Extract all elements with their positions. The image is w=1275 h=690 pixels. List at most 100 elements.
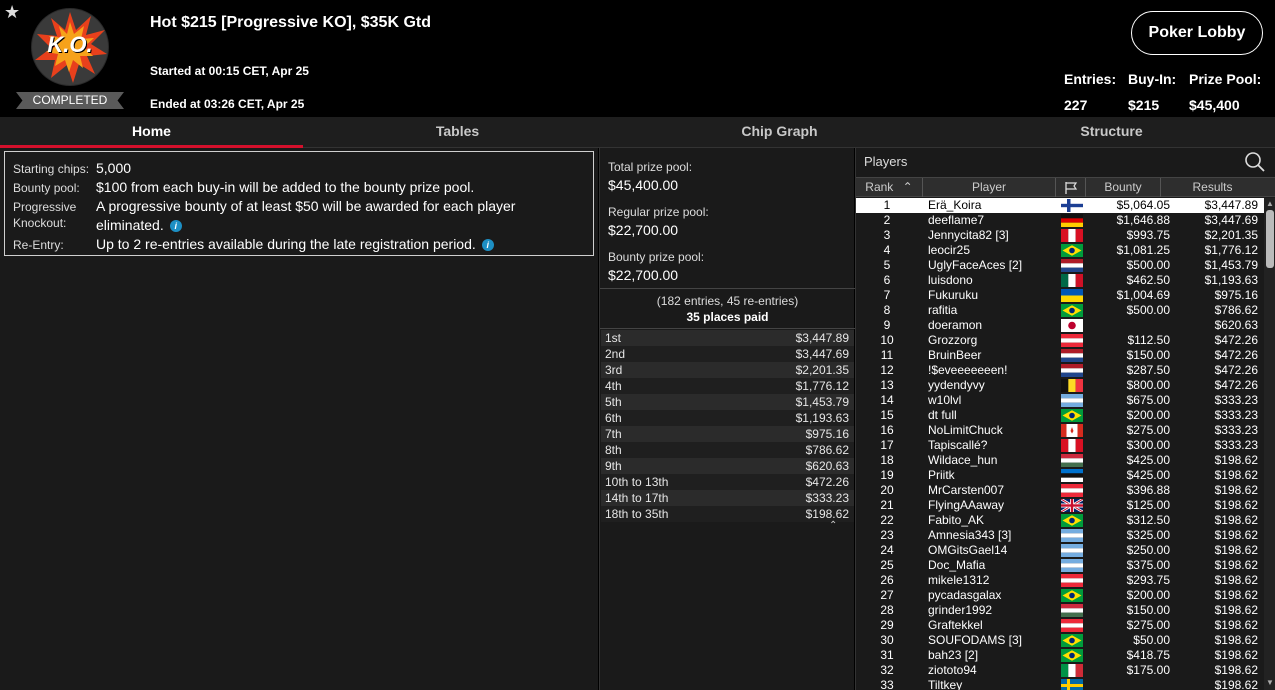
sort-asc-icon: ⌃ (902, 180, 913, 194)
player-row[interactable]: 11 BruinBeer $150.00 $472.26 (856, 348, 1264, 363)
player-row[interactable]: 16 NoLimitChuck $275.00 $333.23 (856, 423, 1264, 438)
player-bounty: $50.00 (1133, 633, 1170, 647)
player-row[interactable]: 31 bah23 [2] $418.75 $198.62 (856, 648, 1264, 663)
scroll-thumb[interactable] (1266, 210, 1274, 268)
player-row[interactable]: 24 OMGitsGael14 $250.00 $198.62 (856, 543, 1264, 558)
player-row[interactable]: 18 Wildace_hun $425.00 $198.62 (856, 453, 1264, 468)
reentry-value: Up to 2 re-entries available during the … (96, 236, 476, 252)
player-row[interactable]: 12 !$eveeeeeeen! $287.50 $472.26 (856, 363, 1264, 378)
player-name: Grozzorg (928, 333, 978, 347)
payout-amount: $333.23 (805, 491, 849, 505)
poker-lobby-button[interactable]: Poker Lobby (1131, 11, 1263, 55)
progressive-label-2: Knockout: (13, 216, 67, 230)
player-bounty: $418.75 (1126, 648, 1170, 662)
player-row[interactable]: 26 mikele1312 $293.75 $198.62 (856, 573, 1264, 588)
ca-flag-icon (1061, 424, 1083, 437)
player-row[interactable]: 28 grinder1992 $150.00 $198.62 (856, 603, 1264, 618)
chevron-up-icon[interactable]: ⌃ (829, 520, 837, 531)
player-row[interactable]: 19 Priitk $425.00 $198.62 (856, 468, 1264, 483)
player-name: SOUFODAMS [3] (928, 633, 1023, 647)
player-row[interactable]: 15 dt full $200.00 $333.23 (856, 408, 1264, 423)
player-row[interactable]: 10 Grozzorg $112.50 $472.26 (856, 333, 1264, 348)
player-row[interactable]: 30 SOUFODAMS [3] $50.00 $198.62 (856, 633, 1264, 648)
progressive-label-1: Progressive (13, 200, 77, 214)
payout-place: 7th (605, 427, 622, 441)
player-row[interactable]: 3 Jennycita82 [3] $993.75 $2,201.35 (856, 228, 1264, 243)
player-bounty: $993.75 (1126, 228, 1170, 242)
progressive-value-1: A progressive bounty of at least $50 wil… (96, 198, 516, 214)
player-result: $1,453.79 (1204, 258, 1258, 272)
player-name: Tapiscallé? (928, 438, 988, 452)
player-row[interactable]: 29 Graftekkel $275.00 $198.62 (856, 618, 1264, 633)
player-result: $333.23 (1214, 423, 1258, 437)
player-row[interactable]: 8 rafitia $500.00 $786.62 (856, 303, 1264, 318)
br-flag-icon (1061, 409, 1083, 422)
tournament-info-box: Starting chips: 5,000 Bounty pool: $100 … (4, 151, 594, 256)
column-results[interactable]: Results (1161, 178, 1264, 197)
player-row[interactable]: 4 leocir25 $1,081.25 $1,776.12 (856, 243, 1264, 258)
player-row[interactable]: 33 Tiltkey $198.62 (856, 678, 1264, 690)
br-flag-icon (1061, 634, 1083, 647)
player-result: $198.62 (1214, 588, 1258, 602)
payout-row: 18th to 35th $198.62 (601, 506, 854, 522)
player-bounty: $300.00 (1126, 438, 1170, 452)
player-row[interactable]: 27 pycadasgalax $200.00 $198.62 (856, 588, 1264, 603)
payout-row: 6th $1,193.63 (601, 410, 854, 426)
tab-structure[interactable]: Structure (960, 117, 1263, 148)
search-icon[interactable] (1244, 151, 1266, 173)
player-name: Fukuruku (928, 288, 979, 302)
player-name: FlyingAAaway (928, 498, 1005, 512)
info-icon[interactable]: i (481, 239, 494, 252)
column-flag[interactable] (1056, 178, 1086, 197)
player-result: $3,447.69 (1204, 213, 1258, 227)
player-result: $2,201.35 (1204, 228, 1258, 242)
player-bounty: $275.00 (1126, 618, 1170, 632)
player-row[interactable]: 20 MrCarsten007 $396.88 $198.62 (856, 483, 1264, 498)
player-row[interactable]: 32 ziototo94 $175.00 $198.62 (856, 663, 1264, 678)
players-scrollbar[interactable]: ▲ ▼ (1264, 198, 1275, 690)
start-time: Started at 00:15 CET, Apr 25 (150, 64, 309, 78)
player-row[interactable]: 1 Erä_Koira $5,064.05 $3,447.89 (856, 198, 1264, 213)
player-name: luisdono (928, 273, 973, 287)
player-bounty: $375.00 (1126, 558, 1170, 572)
payout-place: 6th (605, 411, 622, 425)
player-row[interactable]: 9 doeramon $620.63 (856, 318, 1264, 333)
player-row[interactable]: 23 Amnesia343 [3] $325.00 $198.62 (856, 528, 1264, 543)
tab-chip-graph[interactable]: Chip Graph (628, 117, 931, 148)
player-row[interactable]: 2 deeflame7 $1,646.88 $3,447.69 (856, 213, 1264, 228)
tab-home[interactable]: Home (0, 117, 303, 148)
column-player[interactable]: Player (923, 178, 1056, 197)
player-row[interactable]: 6 luisdono $462.50 $1,193.63 (856, 273, 1264, 288)
mx-flag-icon (1061, 274, 1083, 287)
column-rank[interactable]: Rank ⌃ (856, 178, 923, 197)
nl-flag-icon (1061, 349, 1083, 362)
payout-place: 2nd (605, 347, 626, 361)
player-rank: 20 (880, 483, 894, 497)
at-flag-icon (1061, 334, 1083, 347)
player-bounty: $293.75 (1126, 573, 1170, 587)
player-row[interactable]: 7 Fukuruku $1,004.69 $975.16 (856, 288, 1264, 303)
player-row[interactable]: 25 Doc_Mafia $375.00 $198.62 (856, 558, 1264, 573)
player-row[interactable]: 13 yydendyvy $800.00 $472.26 (856, 378, 1264, 393)
br-flag-icon (1061, 589, 1083, 602)
flag-icon (1064, 182, 1077, 194)
tab-tables[interactable]: Tables (306, 117, 609, 148)
nl-flag-icon (1061, 259, 1083, 272)
player-name: UglyFaceAces [2] (928, 258, 1023, 272)
column-rank-label: Rank (865, 180, 894, 194)
scroll-up-icon[interactable]: ▲ (1266, 199, 1274, 208)
column-bounty[interactable]: Bounty (1086, 178, 1161, 197)
player-row[interactable]: 17 Tapiscallé? $300.00 $333.23 (856, 438, 1264, 453)
scroll-down-icon[interactable]: ▼ (1266, 678, 1274, 687)
player-bounty: $125.00 (1126, 498, 1170, 512)
player-row[interactable]: 21 FlyingAAaway $125.00 $198.62 (856, 497, 1264, 514)
player-rank: 29 (880, 618, 894, 632)
player-bounty: $1,081.25 (1116, 243, 1170, 257)
payout-place: 8th (605, 443, 622, 457)
player-row[interactable]: 5 UglyFaceAces [2] $500.00 $1,453.79 (856, 258, 1264, 273)
favorite-star-icon[interactable]: ★ (4, 2, 20, 22)
player-row[interactable]: 14 w10lvl $675.00 $333.23 (856, 393, 1264, 408)
player-rank: 8 (883, 303, 891, 317)
player-row[interactable]: 22 Fabito_AK $312.50 $198.62 (856, 513, 1264, 528)
info-icon[interactable]: i (169, 220, 182, 233)
